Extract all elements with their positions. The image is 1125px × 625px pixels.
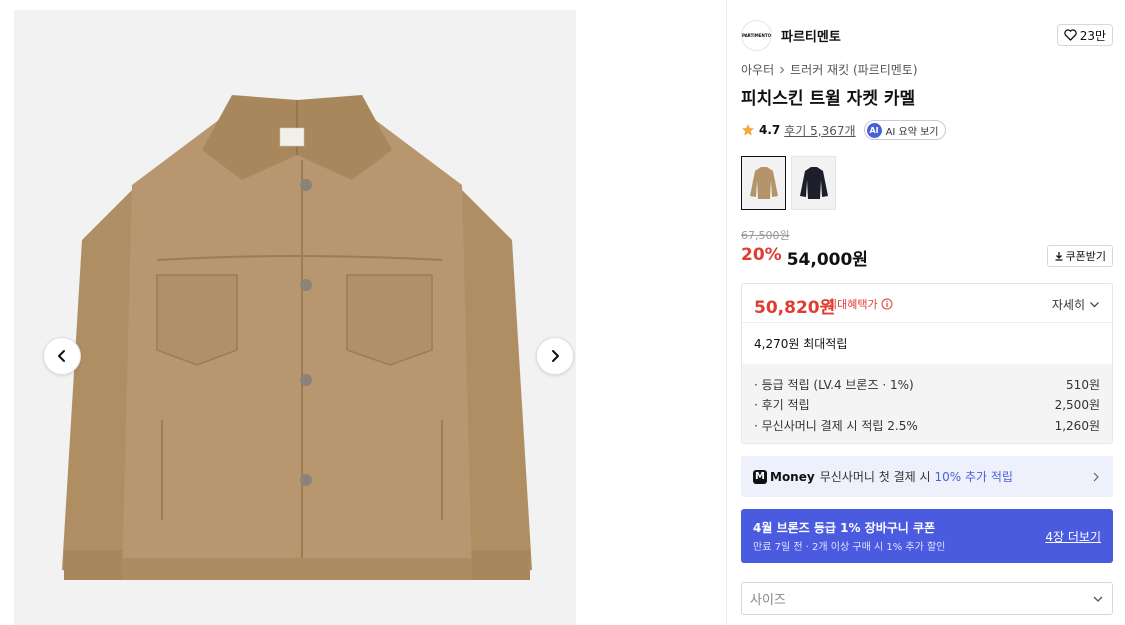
points-item-value: 2,500원: [1054, 398, 1100, 413]
panel-divider: [726, 0, 727, 625]
points-item: · 무신사머니 결제 시 적립 2.5% 1,260원: [754, 415, 1100, 436]
like-button[interactable]: 23만: [1056, 24, 1113, 46]
benefit-detail-label: 자세히: [1051, 298, 1085, 312]
brand-logo-text: PARTIMENTO: [742, 33, 771, 38]
product-page: PARTIMENTO 파르티멘토 23만 아우터 트러커 재킷 (파르티멘토) …: [0, 0, 1125, 625]
brand-row: PARTIMENTO 파르티멘토 23만: [741, 20, 1113, 52]
breadcrumb-category[interactable]: 아우터: [741, 61, 774, 78]
chevron-left-icon: [58, 350, 65, 362]
reviews-link[interactable]: 후기 5,367개: [784, 122, 855, 139]
ai-icon: AI: [866, 122, 882, 138]
product-title: 피치스킨 트윌 자켓 카멜: [741, 89, 916, 109]
chevron-down-icon: [1090, 302, 1099, 308]
money-banner-accent: 10% 추가 적립: [934, 470, 1013, 484]
max-benefit-label-wrap: 최대혜택가: [827, 296, 893, 312]
max-benefit-price: 50,820원: [754, 298, 836, 318]
money-logo-text: Money: [770, 469, 815, 484]
next-image-button[interactable]: [536, 337, 574, 375]
max-points-title: 4,270원 최대적립: [754, 337, 848, 351]
musinsa-money-banner[interactable]: M Money 무신사머니 첫 결제 시 10% 추가 적립: [741, 456, 1113, 497]
points-item-label: · 무신사머니 결제 시 적립 2.5%: [754, 418, 918, 433]
points-item-value: 510원: [1066, 377, 1100, 392]
points-item-label: · 등급 적립 (LV.4 브론즈 · 1%): [754, 377, 914, 392]
money-logo: M Money: [753, 469, 815, 484]
jacket-thumbnail-camel: [749, 167, 778, 199]
chevron-right-icon: [780, 66, 785, 73]
breadcrumb: 아우터 트러커 재킷 (파르티멘토): [741, 61, 918, 78]
size-select-placeholder: 사이즈: [750, 593, 786, 608]
rating-row: 4.7 후기 5,367개 AI AI 요약 보기: [741, 120, 946, 140]
discount-rate: 20%: [741, 245, 782, 265]
points-item: · 등급 적립 (LV.4 브론즈 · 1%) 510원: [754, 374, 1100, 395]
price-row: 20% 54,000원: [741, 245, 868, 270]
chevron-right-icon: [1093, 472, 1099, 481]
points-item: · 후기 적립 2,500원: [754, 395, 1100, 416]
color-option-navy[interactable]: [791, 156, 836, 210]
rating-value: 4.7: [759, 123, 781, 137]
original-price: 67,500원: [741, 229, 790, 242]
info-icon[interactable]: [881, 298, 893, 310]
benefit-divider: [742, 322, 1112, 323]
benefit-detail-toggle[interactable]: 자세히: [1052, 296, 1100, 313]
sale-price: 54,000원: [786, 250, 868, 270]
like-count: 23만: [1079, 28, 1106, 43]
brand-name[interactable]: 파르티멘토: [781, 26, 841, 45]
money-banner-text: 무신사머니 첫 결제 시: [819, 470, 931, 484]
points-item-value: 1,260원: [1054, 418, 1100, 433]
chevron-right-icon: [552, 350, 559, 362]
points-item-label: · 후기 적립: [754, 398, 810, 413]
chevron-down-icon: [1093, 596, 1103, 602]
tier-coupon-banner: 4월 브론즈 등급 1% 장바구니 쿠폰 만료 7일 전 · 2개 이상 구매 …: [741, 509, 1113, 563]
get-coupon-button[interactable]: 쿠폰받기: [1046, 245, 1113, 267]
breadcrumb-subcategory[interactable]: 트러커 재킷 (파르티멘토): [790, 61, 917, 78]
color-option-camel[interactable]: [741, 156, 786, 210]
ai-summary-button[interactable]: AI AI 요약 보기: [863, 120, 946, 140]
star-icon: [742, 124, 754, 136]
coupon-banner-subtitle: 만료 7일 전 · 2개 이상 구매 시 1% 추가 할인: [753, 542, 946, 553]
max-benefit-box: 50,820원 최대혜택가 자세히 4,270원 최대적립 · 등급 적립 (L…: [741, 283, 1113, 444]
max-benefit-label: 최대혜택가: [827, 298, 878, 311]
more-coupons-link[interactable]: 4장 더보기: [1045, 528, 1101, 545]
points-breakdown: · 등급 적립 (LV.4 브론즈 · 1%) 510원 · 후기 적립 2,5…: [742, 364, 1112, 443]
brand-logo[interactable]: PARTIMENTO: [741, 20, 772, 51]
product-info-panel: PARTIMENTO 파르티멘토 23만 아우터 트러커 재킷 (파르티멘토) …: [741, 0, 1113, 625]
product-image: [62, 95, 532, 580]
money-icon: M: [753, 469, 767, 484]
get-coupon-label: 쿠폰받기: [1065, 250, 1106, 263]
product-gallery: [14, 10, 576, 625]
benefit-header: 50,820원 최대혜택가 자세히: [742, 284, 1112, 322]
coupon-banner-title: 4월 브론즈 등급 1% 장바구니 쿠폰: [753, 521, 936, 535]
prev-image-button[interactable]: [43, 337, 81, 375]
size-select[interactable]: 사이즈: [741, 582, 1113, 615]
download-icon: [1055, 252, 1063, 261]
heart-icon: [1063, 29, 1077, 41]
jacket-thumbnail-navy: [799, 167, 828, 199]
color-options: [741, 156, 836, 210]
ai-summary-label: AI 요약 보기: [885, 126, 939, 138]
